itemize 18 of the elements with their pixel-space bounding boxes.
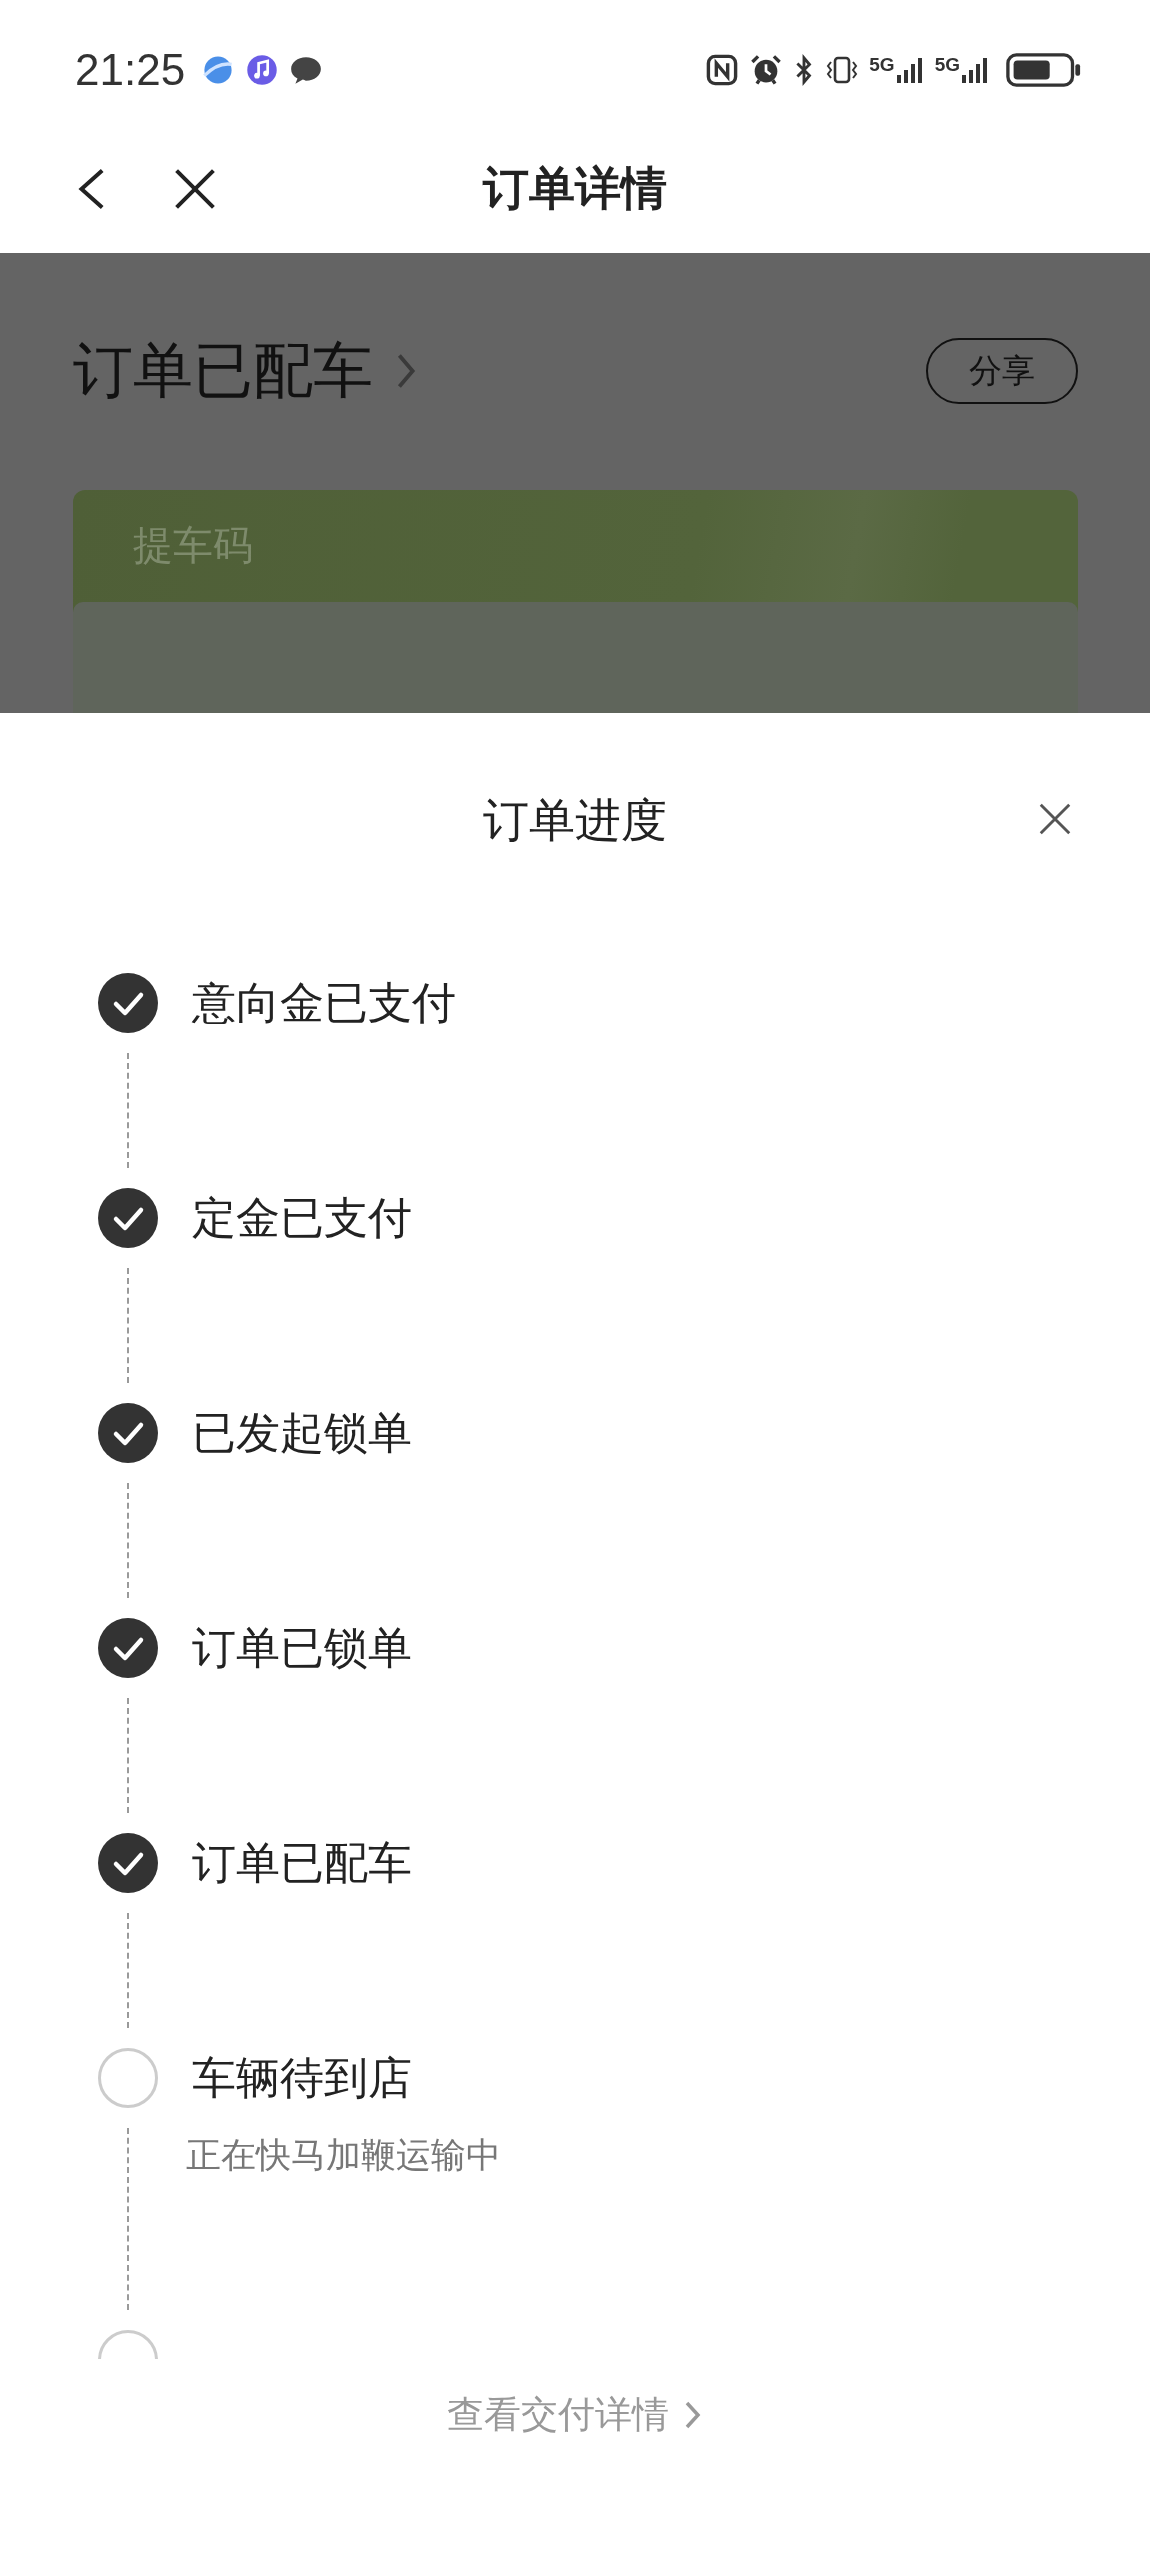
nfc-icon (705, 52, 740, 87)
music-icon (245, 52, 280, 87)
step-label: 车辆待到店 (192, 2051, 413, 2105)
step-label: 已发起锁单 (192, 1406, 412, 1460)
step-note: 正在快马加鞭运输中 (186, 2134, 501, 2177)
sheet-title: 订单进度 (483, 791, 667, 849)
delivery-details-link[interactable]: 查看交付详情 (447, 2389, 669, 2441)
step-label: 订单已配车 (192, 1836, 412, 1890)
share-button[interactable]: 分享 (926, 338, 1078, 404)
status-time: 21:25 (75, 44, 186, 95)
step-label: 订单已锁单 (192, 1621, 412, 1675)
page-title: 订单详情 (483, 160, 667, 217)
step-label: 意向金已支付 (192, 976, 456, 1030)
order-status[interactable]: 订单已配车 (73, 330, 373, 412)
step-label: 定金已支付 (192, 1191, 412, 1245)
battery-icon (1006, 51, 1082, 88)
network-label: 5G (869, 54, 895, 74)
network-label: 5G (934, 54, 960, 74)
